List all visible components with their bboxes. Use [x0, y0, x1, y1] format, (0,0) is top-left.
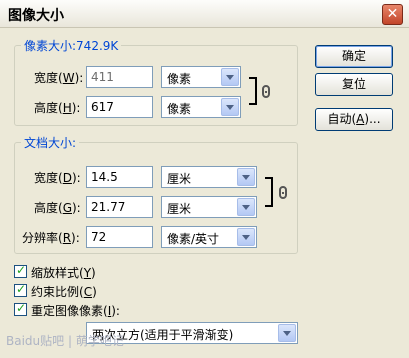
ok-button[interactable]: 确定	[315, 45, 393, 68]
resample-label[interactable]: 重定图像像素(I):	[31, 302, 120, 319]
resample-checkbox[interactable]	[14, 301, 27, 316]
doc-constrain-bracket	[265, 177, 273, 207]
resolution-label: 分辨率(R):	[22, 231, 80, 245]
doc-width-input[interactable]	[86, 166, 153, 188]
pixel-height-unit-select[interactable]: 像素	[161, 96, 241, 118]
doc-width-label: 宽度(D):	[34, 171, 81, 185]
link-chain-icon	[262, 85, 270, 98]
pixel-dimensions-legend: 像素大小:742.9K	[21, 37, 122, 54]
resolution-input[interactable]	[86, 226, 153, 248]
scale-styles-label[interactable]: 缩放样式(Y)	[31, 264, 96, 281]
constrain-bracket	[249, 77, 257, 105]
doc-width-unit-select[interactable]: 厘米	[161, 166, 257, 188]
chevron-down-icon	[237, 228, 255, 246]
link-chain-icon	[279, 186, 287, 199]
chevron-down-icon	[237, 168, 255, 186]
constrain-proportions-label[interactable]: 约束比例(C)	[31, 283, 97, 300]
chevron-down-icon	[221, 98, 239, 116]
pixel-width-label: 宽度(W):	[34, 71, 84, 85]
reset-button[interactable]: 复位	[315, 73, 393, 96]
pixel-width-unit-select[interactable]: 像素	[161, 66, 241, 88]
window-title: 图像大小	[8, 8, 64, 24]
doc-height-input[interactable]	[86, 196, 153, 218]
title-bar: 图像大小 ✕	[0, 0, 409, 28]
chevron-down-icon	[221, 68, 239, 86]
doc-height-unit-select[interactable]: 厘米	[161, 196, 257, 218]
dialog-body: 像素大小:742.9K 宽度(W): 像素 高度(H): 像素 确定 复位 自动…	[0, 28, 409, 358]
chevron-down-icon	[237, 198, 255, 216]
auto-button[interactable]: 自动(A)...	[315, 108, 393, 131]
watermark: Baidu贴吧 | 萌学吧记	[6, 334, 124, 348]
pixel-height-label: 高度(H):	[34, 101, 81, 115]
resolution-unit-select[interactable]: 像素/英寸	[161, 226, 257, 248]
close-button[interactable]: ✕	[382, 4, 403, 25]
pixel-height-input[interactable]	[86, 96, 153, 118]
scale-styles-checkbox[interactable]	[14, 263, 27, 278]
doc-height-label: 高度(G):	[34, 201, 81, 215]
chevron-down-icon	[278, 324, 296, 342]
document-size-legend: 文档大小:	[21, 134, 80, 151]
pixel-width-input[interactable]	[86, 66, 153, 88]
constrain-proportions-checkbox[interactable]	[14, 282, 27, 297]
